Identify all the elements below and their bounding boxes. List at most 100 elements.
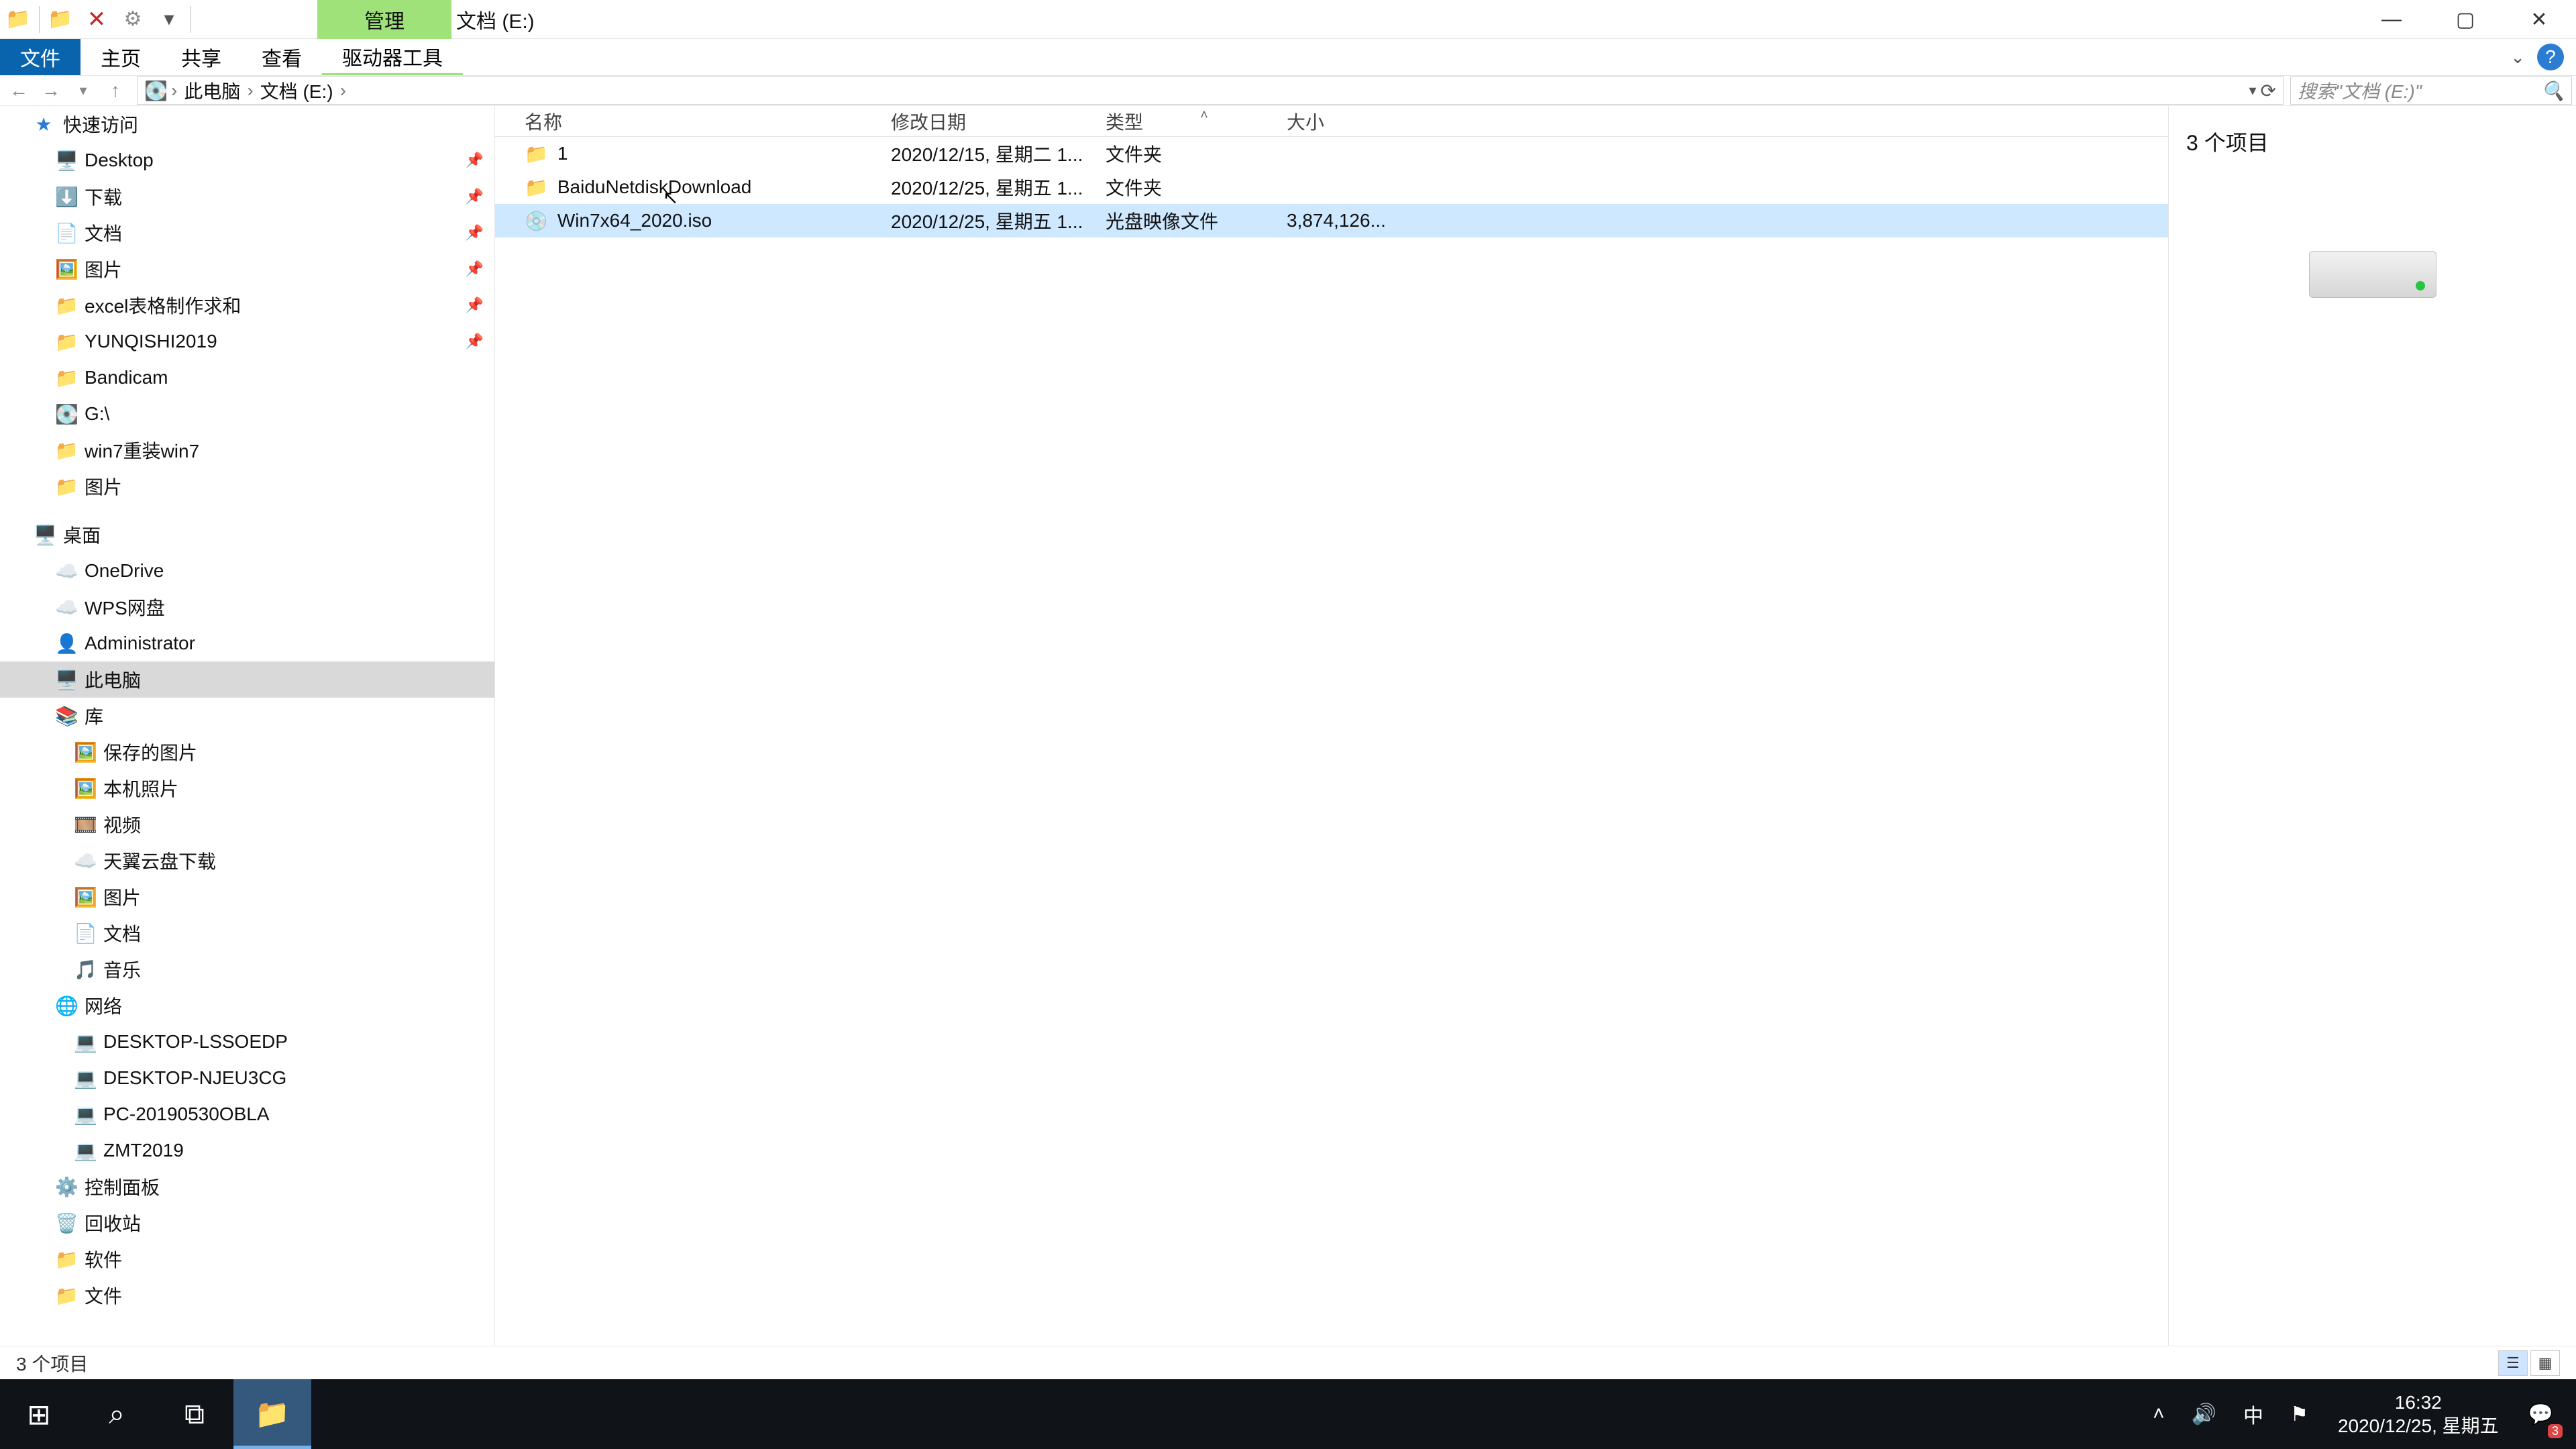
- nav-item-icon: 🎵: [74, 959, 94, 981]
- address-dropdown-icon[interactable]: ▾: [2249, 82, 2256, 99]
- action-center-button[interactable]: 💬: [2515, 1379, 2567, 1449]
- tray-update-icon[interactable]: ⚑: [2277, 1379, 2322, 1449]
- nav-item-icon: 🖼️: [55, 258, 75, 280]
- nav-item-icon: 📁: [55, 1285, 75, 1307]
- tray-volume-icon[interactable]: 🔊: [2178, 1379, 2230, 1449]
- navigation-pane[interactable]: ★ 快速访问 🖥️Desktop📌⬇️下载📌📄文档📌🖼️图片📌📁excel表格制…: [0, 106, 495, 1346]
- ribbon-expand-icon[interactable]: ⌄: [2510, 47, 2525, 68]
- file-list-pane[interactable]: 名称 ˄ 修改日期 类型 大小 📁12020/12/15, 星期二 1...文件…: [495, 106, 2168, 1346]
- nav-library-item[interactable]: 🎵音乐: [0, 951, 494, 987]
- column-header-name[interactable]: 名称 ˄: [495, 108, 891, 135]
- app-icon[interactable]: 📁: [3, 3, 34, 36]
- nav-item-label: 软件: [85, 1246, 122, 1273]
- nav-network-item[interactable]: 💻PC-20190530OBLA: [0, 1096, 494, 1132]
- tab-driver-tools[interactable]: 驱动器工具: [322, 39, 463, 75]
- nav-item-label: 保存的图片: [103, 739, 197, 765]
- nav-item-icon: 📁: [55, 439, 75, 462]
- file-type: 光盘映像文件: [1106, 207, 1287, 234]
- nav-item-icon: 👤: [55, 633, 75, 655]
- column-header-modified[interactable]: 修改日期: [891, 108, 1106, 135]
- task-view-button[interactable]: ⧉: [156, 1379, 233, 1449]
- nav-forward-button[interactable]: →: [36, 77, 66, 104]
- nav-network-item[interactable]: 💻DESKTOP-NJEU3CG: [0, 1060, 494, 1096]
- file-row[interactable]: 📁BaiduNetdiskDownload2020/12/25, 星期五 1..…: [495, 170, 2168, 204]
- nav-desktop-item[interactable]: 📚库: [0, 698, 494, 734]
- nav-desktop-item[interactable]: ☁️WPS网盘: [0, 589, 494, 625]
- nav-item-icon: 📁: [55, 367, 75, 389]
- tray-ime-indicator[interactable]: 中: [2230, 1379, 2277, 1449]
- taskbar-search-icon[interactable]: ⌕: [78, 1379, 156, 1449]
- column-header-size[interactable]: 大小: [1287, 108, 1394, 135]
- nav-history-dropdown[interactable]: ▾: [68, 77, 98, 104]
- chevron-right-icon: ›: [339, 80, 347, 101]
- nav-item-label: 控制面板: [85, 1173, 160, 1200]
- nav-quick-access-item[interactable]: 🖥️Desktop📌: [0, 142, 494, 178]
- view-icons-button[interactable]: ▦: [2530, 1350, 2560, 1376]
- nav-quick-access-item[interactable]: 📁win7重装win7: [0, 432, 494, 468]
- system-clock[interactable]: 16:32 2020/12/25, 星期五: [2322, 1391, 2515, 1438]
- tab-share[interactable]: 共享: [161, 39, 241, 75]
- nav-item-label: 视频: [103, 811, 141, 838]
- nav-back-button[interactable]: ←: [4, 77, 34, 104]
- nav-item-label: 图片: [85, 256, 122, 282]
- nav-library-item[interactable]: 🖼️本机照片: [0, 770, 494, 806]
- minimize-button[interactable]: —: [2355, 0, 2428, 39]
- nav-item-icon: ⬇️: [55, 186, 75, 208]
- tab-view[interactable]: 查看: [241, 39, 322, 75]
- tab-home[interactable]: 主页: [80, 39, 161, 75]
- nav-extra-item[interactable]: 🗑️回收站: [0, 1205, 494, 1241]
- nav-item-label: excel表格制作求和: [85, 292, 241, 319]
- pin-icon: 📌: [466, 152, 484, 169]
- tray-overflow-icon[interactable]: ˄: [2139, 1379, 2178, 1449]
- nav-extra-item[interactable]: 📁文件: [0, 1277, 494, 1313]
- nav-quick-access-item[interactable]: ⬇️下载📌: [0, 178, 494, 215]
- nav-library-item[interactable]: 🎞️视频: [0, 806, 494, 843]
- help-icon[interactable]: ?: [2537, 44, 2564, 70]
- taskbar-explorer-button[interactable]: 📁: [233, 1379, 311, 1449]
- nav-quick-access-item[interactable]: 📁图片: [0, 468, 494, 504]
- nav-up-button[interactable]: ↑: [101, 77, 130, 104]
- file-type: 文件夹: [1106, 140, 1287, 167]
- start-button[interactable]: ⊞: [0, 1379, 78, 1449]
- nav-quick-access-item[interactable]: 📄文档📌: [0, 215, 494, 251]
- nav-item-icon: 💻: [74, 1140, 94, 1162]
- tab-file[interactable]: 文件: [0, 39, 80, 75]
- nav-network-item[interactable]: 💻DESKTOP-LSSOEDP: [0, 1024, 494, 1060]
- nav-network-item[interactable]: 💻 ZMT2019: [0, 1132, 494, 1169]
- nav-quick-access-item[interactable]: 🖼️图片📌: [0, 251, 494, 287]
- nav-desktop-item[interactable]: 🖥️此电脑: [0, 661, 494, 698]
- nav-library-item[interactable]: 🖼️图片: [0, 879, 494, 915]
- nav-library-item[interactable]: 🖼️保存的图片: [0, 734, 494, 770]
- nav-item-icon: 📁: [55, 476, 75, 498]
- nav-network[interactable]: 🌐 网络: [0, 987, 494, 1024]
- nav-desktop-group[interactable]: 🖥️ 桌面: [0, 517, 494, 553]
- file-row[interactable]: 💿Win7x64_2020.iso2020/12/25, 星期五 1...光盘映…: [495, 204, 2168, 237]
- search-input[interactable]: 搜索"文档 (E:)" 🔍: [2290, 76, 2572, 105]
- refresh-icon[interactable]: ⟳: [2261, 80, 2276, 102]
- close-button[interactable]: ✕: [2502, 0, 2576, 39]
- breadcrumb-this-pc[interactable]: 此电脑: [184, 77, 240, 104]
- qat-new-folder-icon[interactable]: ⚙: [117, 3, 148, 36]
- nav-desktop-item[interactable]: 👤Administrator: [0, 625, 494, 661]
- nav-extra-item[interactable]: ⚙️控制面板: [0, 1169, 494, 1205]
- qat-customize-icon[interactable]: ▾: [154, 3, 184, 36]
- nav-quick-access-item[interactable]: 💽G:\: [0, 396, 494, 432]
- nav-quick-access-item[interactable]: 📁YUNQISHI2019📌: [0, 323, 494, 360]
- breadcrumb-current[interactable]: 文档 (E:): [260, 77, 333, 104]
- nav-quick-access[interactable]: ★ 快速访问: [0, 106, 494, 142]
- view-details-button[interactable]: ☰: [2498, 1350, 2528, 1376]
- qat-close-icon[interactable]: ✕: [81, 3, 112, 36]
- maximize-button[interactable]: ▢: [2428, 0, 2502, 39]
- qat-properties-icon[interactable]: 📁: [45, 3, 76, 36]
- file-row[interactable]: 📁12020/12/15, 星期二 1...文件夹: [495, 137, 2168, 170]
- address-bar[interactable]: 💽 › 此电脑 › 文档 (E:) › ▾ ⟳: [137, 76, 2284, 105]
- contextual-tab-manage[interactable]: 管理: [317, 0, 451, 39]
- nav-desktop-item[interactable]: ☁️OneDrive: [0, 553, 494, 589]
- nav-item-label: ZMT2019: [103, 1140, 184, 1161]
- nav-quick-access-item[interactable]: 📁Bandicam: [0, 360, 494, 396]
- nav-library-item[interactable]: 📄文档: [0, 915, 494, 951]
- nav-quick-access-item[interactable]: 📁excel表格制作求和📌: [0, 287, 494, 323]
- nav-library-item[interactable]: ☁️天翼云盘下载: [0, 843, 494, 879]
- file-type: 文件夹: [1106, 174, 1287, 201]
- nav-extra-item[interactable]: 📁软件: [0, 1241, 494, 1277]
